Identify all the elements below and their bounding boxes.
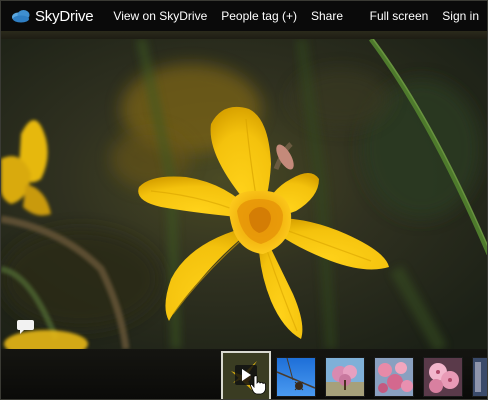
sign-in-link[interactable]: Sign in xyxy=(442,9,479,23)
skydrive-logo[interactable]: SkyDrive xyxy=(11,7,94,25)
people-tag-link[interactable]: People tag (+) xyxy=(221,9,297,23)
top-bar: SkyDrive View on SkyDrive People tag (+)… xyxy=(1,1,487,31)
header-band xyxy=(1,31,487,39)
thumbnail-daffodil[interactable] xyxy=(221,351,271,399)
thumbnail-partial[interactable] xyxy=(472,357,487,397)
view-on-skydrive-link[interactable]: View on SkyDrive xyxy=(113,9,207,23)
logo-text: SkyDrive xyxy=(35,7,94,25)
thumbnail-image xyxy=(473,358,487,396)
thumbnail-image xyxy=(277,358,315,396)
full-screen-link[interactable]: Full screen xyxy=(370,9,429,23)
photo-stage[interactable] xyxy=(1,39,487,349)
speech-bubble-icon xyxy=(17,320,34,334)
thumbnail-pink-blossoms[interactable] xyxy=(374,357,414,397)
thumbnail-bird-branch[interactable] xyxy=(276,357,316,397)
thumbnail-blossom-closeup[interactable] xyxy=(423,357,463,397)
daffodil-photo xyxy=(1,39,487,349)
thumbnail-image xyxy=(326,358,364,396)
thumbnail-blossom-tree[interactable] xyxy=(325,357,365,397)
filmstrip xyxy=(1,349,487,399)
hand-cursor-icon xyxy=(250,375,266,395)
share-link[interactable]: Share xyxy=(311,9,343,23)
skydrive-cloud-icon xyxy=(12,10,30,23)
thumbnail-image xyxy=(424,358,462,396)
photo-viewer: SkyDrive View on SkyDrive People tag (+)… xyxy=(0,0,488,400)
thumbnail-image xyxy=(375,358,413,396)
comment-button[interactable] xyxy=(17,319,35,335)
